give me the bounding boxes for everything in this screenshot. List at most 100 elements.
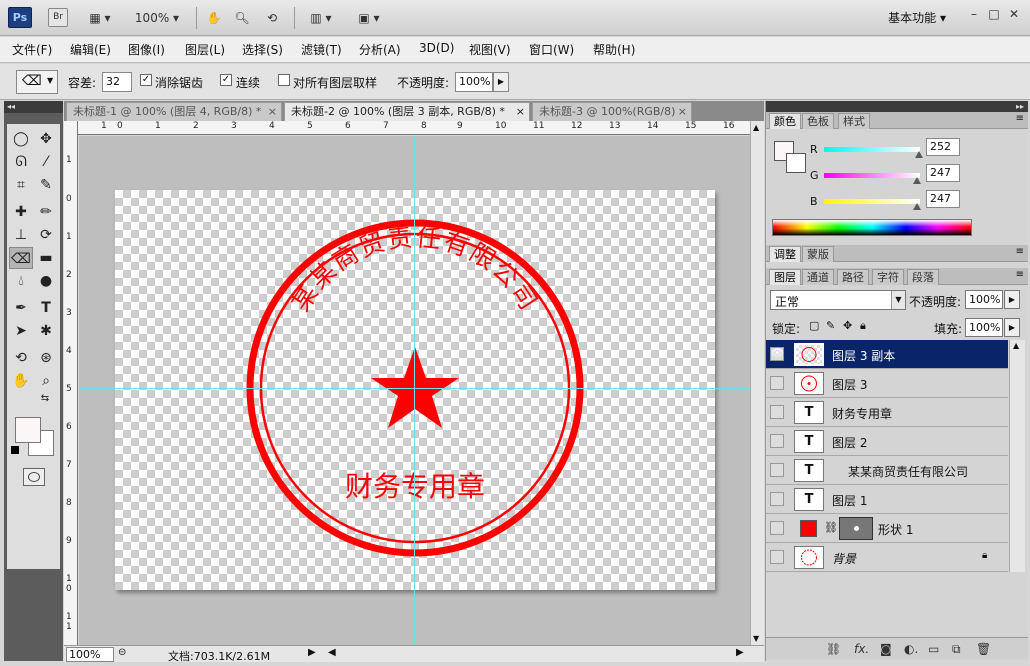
- type-tool-icon[interactable]: T: [34, 297, 58, 319]
- path-selection-icon[interactable]: ➤: [9, 320, 33, 342]
- view-extras-icon[interactable]: ▦ ▾: [82, 8, 118, 28]
- eye-icon[interactable]: 👁︎: [770, 347, 784, 361]
- layer-row[interactable]: 图层 3: [766, 369, 1008, 398]
- eraser-tool-icon[interactable]: ⌫: [9, 247, 33, 269]
- lock-all-icon[interactable]: 🔒︎: [860, 319, 866, 333]
- tab-swatches[interactable]: 色板: [802, 113, 834, 129]
- menu-image[interactable]: 图像(I): [128, 41, 165, 58]
- green-slider-thumb[interactable]: [913, 177, 922, 184]
- panel-dock-collapse-icon[interactable]: ▸▸: [766, 101, 1028, 112]
- layer-row[interactable]: 背景 🔒︎: [766, 543, 1008, 572]
- status-menu-arrow-icon[interactable]: ▶: [308, 647, 316, 658]
- foreground-color-swatch[interactable]: [15, 417, 41, 443]
- lasso-tool-icon[interactable]: ᘏ: [9, 151, 33, 173]
- tab-color[interactable]: 颜色: [769, 113, 801, 129]
- menu-help[interactable]: 帮助(H): [593, 41, 635, 58]
- color-panel-background-swatch[interactable]: [786, 153, 806, 173]
- eye-icon[interactable]: [770, 521, 784, 535]
- tolerance-input[interactable]: 32: [102, 72, 132, 92]
- eye-icon[interactable]: [770, 405, 784, 419]
- lock-position-icon[interactable]: ✥: [843, 319, 852, 332]
- menu-analysis[interactable]: 分析(A): [359, 41, 401, 58]
- hand-tool-icon[interactable]: ✋: [204, 8, 224, 28]
- close-tab-icon[interactable]: ×: [678, 103, 687, 121]
- new-layer-icon[interactable]: ⧉: [952, 642, 961, 657]
- sample-all-layers-checkbox[interactable]: [278, 74, 290, 86]
- maximize-icon[interactable]: □: [986, 6, 1002, 22]
- menu-layer[interactable]: 图层(L): [185, 41, 225, 58]
- layer-row[interactable]: T 图层 1: [766, 485, 1008, 514]
- tab-layers[interactable]: 图层: [769, 269, 801, 285]
- zoom-tool-icon[interactable]: 🔍︎: [232, 8, 252, 28]
- tab-channels[interactable]: 通道: [802, 269, 834, 285]
- status-zoom-input[interactable]: 100%: [66, 647, 114, 662]
- tab-styles[interactable]: 样式: [838, 113, 870, 129]
- panel-menu-icon[interactable]: ≡: [1016, 269, 1024, 280]
- eye-icon[interactable]: [770, 492, 784, 506]
- vertical-scrollbar[interactable]: ▲ ▼: [750, 121, 764, 645]
- blue-slider-thumb[interactable]: [913, 203, 922, 210]
- lock-pixels-icon[interactable]: ✎: [826, 319, 835, 332]
- menu-3d[interactable]: 3D(D): [419, 41, 454, 55]
- eye-icon[interactable]: [770, 550, 784, 564]
- custom-shape-icon[interactable]: ✱: [34, 320, 58, 342]
- hscroll-left-icon[interactable]: ◀: [328, 647, 336, 658]
- healing-brush-icon[interactable]: ✚: [9, 201, 33, 223]
- scroll-up-icon[interactable]: ▲: [1013, 341, 1019, 350]
- vector-mask-thumbnail[interactable]: [839, 517, 873, 540]
- vertical-guide[interactable]: [414, 136, 415, 645]
- antialias-checkbox[interactable]: ✓: [140, 74, 152, 86]
- brush-tool-icon[interactable]: ✏: [34, 201, 58, 223]
- gradient-tool-icon[interactable]: ▬: [34, 247, 58, 269]
- scroll-down-icon[interactable]: ▼: [753, 634, 759, 643]
- scroll-up-icon[interactable]: ▲: [753, 123, 759, 132]
- close-tab-icon[interactable]: ×: [268, 103, 277, 121]
- panel-menu-icon[interactable]: ≡: [1016, 246, 1024, 257]
- trash-icon[interactable]: 🗑︎: [976, 642, 991, 656]
- horizontal-ruler[interactable]: 1 0 1 2 3 4 5 6 7 8 9 10 11 12 13 14 15 …: [64, 121, 750, 135]
- status-preview-icon[interactable]: ⊝: [118, 647, 126, 658]
- red-slider[interactable]: [824, 147, 923, 158]
- opacity-slider-arrow-icon[interactable]: ▶: [493, 72, 509, 92]
- workspace-switcher[interactable]: 基本功能 ▾: [888, 9, 946, 26]
- rotate-view-icon[interactable]: ⟲: [262, 8, 282, 28]
- swap-colors-icon[interactable]: ⇆: [37, 392, 53, 406]
- tab-masks[interactable]: 蒙版: [802, 246, 834, 262]
- fx-icon[interactable]: fx.: [854, 642, 869, 656]
- dodge-tool-icon[interactable]: ●: [34, 270, 58, 292]
- menu-window[interactable]: 窗口(W): [529, 41, 574, 58]
- eye-icon[interactable]: [770, 434, 784, 448]
- arrange-documents-icon[interactable]: ▥ ▾: [304, 8, 338, 28]
- close-tab-icon[interactable]: ×: [516, 103, 525, 121]
- doc-tab-3[interactable]: 未标题-3 @ 100%(RGB/8) ×: [532, 102, 692, 121]
- doc-tab-1[interactable]: 未标题-1 @ 100% (图层 4, RGB/8) * ×: [66, 102, 282, 121]
- blue-value-input[interactable]: 247: [926, 190, 960, 208]
- color-spectrum-ramp[interactable]: [772, 219, 972, 236]
- lock-transparency-icon[interactable]: ▢: [809, 319, 819, 332]
- horizontal-guide[interactable]: [79, 388, 750, 389]
- fill-arrow-icon[interactable]: ▶: [1004, 318, 1020, 337]
- quick-mask-icon[interactable]: [23, 468, 45, 486]
- 3d-orbit-icon[interactable]: ⊛: [34, 347, 58, 369]
- 3d-rotate-icon[interactable]: ⟲: [9, 347, 33, 369]
- green-slider[interactable]: [824, 173, 922, 184]
- tab-character[interactable]: 字符: [872, 269, 904, 285]
- marquee-tool-icon[interactable]: ◯: [9, 128, 33, 150]
- fill-input[interactable]: 100%: [965, 318, 1003, 337]
- screen-mode-icon[interactable]: ▣ ▾: [352, 8, 386, 28]
- menu-filter[interactable]: 滤镜(T): [301, 41, 342, 58]
- history-brush-icon[interactable]: ⟳: [34, 224, 58, 246]
- tools-collapse-icon[interactable]: ◂◂: [4, 101, 63, 113]
- layer-row[interactable]: 👁︎ 图层 3 副本: [766, 340, 1008, 369]
- pen-tool-icon[interactable]: ✒: [9, 297, 33, 319]
- contiguous-checkbox[interactable]: ✓: [220, 74, 232, 86]
- magic-wand-icon[interactable]: ⁄: [34, 151, 58, 173]
- layer-opacity-input[interactable]: 100%: [965, 290, 1003, 309]
- document-canvas[interactable]: 某某商贸责任有限公司 财务专用章: [115, 190, 715, 590]
- zoom-level-select[interactable]: 100% ▾: [132, 8, 182, 28]
- red-slider-thumb[interactable]: [914, 151, 923, 158]
- clone-stamp-icon[interactable]: ⊥: [9, 224, 33, 246]
- layer-row[interactable]: ⛓︎ 形状 1: [766, 514, 1008, 543]
- hand-icon[interactable]: ✋: [9, 370, 33, 392]
- menu-select[interactable]: 选择(S): [242, 41, 283, 58]
